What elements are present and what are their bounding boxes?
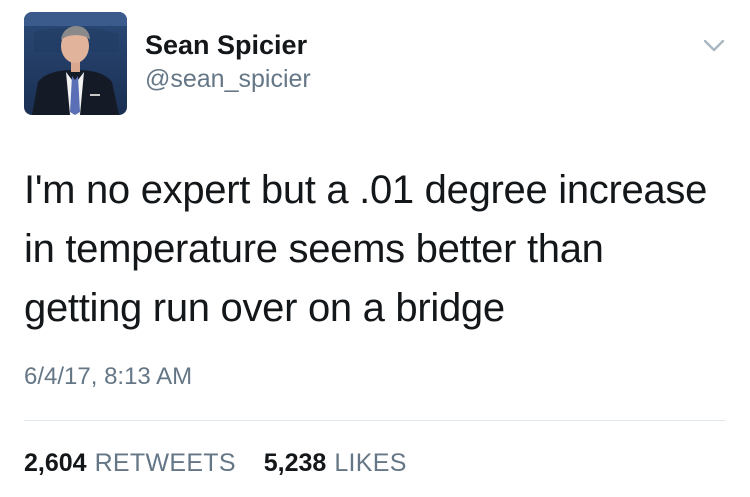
likes-stat[interactable]: 5,238 LIKES [257, 449, 407, 477]
retweets-label: RETWEETS [94, 449, 236, 477]
likes-count: 5,238 [263, 449, 327, 477]
author-display-name[interactable]: Sean Spicier [145, 29, 307, 61]
retweets-count: 2,604 [24, 449, 87, 477]
avatar[interactable] [24, 12, 127, 115]
author-handle[interactable]: @sean_spicier [145, 64, 311, 94]
tweet-stats: 2,604 RETWEETS 5,238 LIKES [24, 448, 407, 478]
tweet-text: I'm no expert but a .01 degree increase … [24, 168, 708, 330]
chevron-down-icon[interactable] [702, 36, 726, 56]
tweet-card: Sean Spicier @sean_spicier I'm no expert… [0, 0, 750, 497]
avatar-image [24, 12, 127, 115]
retweets-stat[interactable]: 2,604 RETWEETS [24, 449, 243, 477]
divider [24, 420, 726, 421]
tweet-timestamp[interactable]: 6/4/17, 8:13 AM [24, 362, 192, 392]
likes-label: LIKES [334, 449, 407, 477]
